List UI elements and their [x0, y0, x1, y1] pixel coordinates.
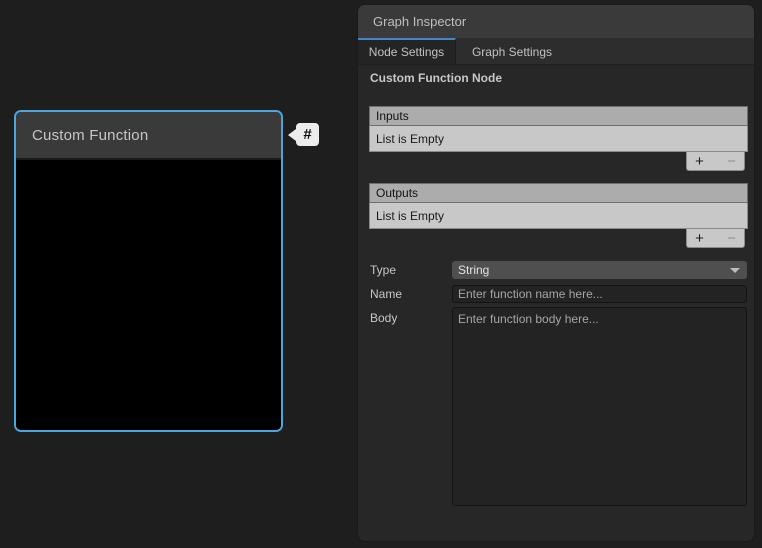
inputs-empty-row: List is Empty — [369, 126, 748, 152]
node-body — [16, 160, 281, 430]
graph-canvas[interactable]: Custom Function # — [0, 0, 357, 548]
chevron-down-icon — [730, 268, 740, 273]
node-title: Custom Function — [32, 127, 148, 144]
graph-inspector-panel: Graph Inspector Node Settings Graph Sett… — [357, 4, 755, 542]
outputs-empty-row: List is Empty — [369, 203, 748, 229]
outputs-add-button[interactable]: + — [689, 230, 711, 247]
name-label: Name — [370, 287, 402, 301]
badge-pointer-icon — [288, 129, 296, 141]
type-dropdown-value: String — [458, 263, 489, 277]
section-title: Custom Function Node — [370, 71, 502, 85]
tab-node-settings[interactable]: Node Settings — [358, 38, 456, 64]
function-body-textarea[interactable] — [452, 307, 747, 506]
node-title-bar[interactable]: Custom Function — [16, 112, 281, 160]
shader-graph-window: Custom Function # Graph Inspector Node S… — [0, 0, 762, 548]
outputs-list-footer: + − — [686, 229, 745, 248]
inputs-list-footer: + − — [686, 152, 745, 171]
inputs-list-header: Inputs — [369, 106, 748, 126]
tab-graph-settings-label: Graph Settings — [472, 45, 552, 59]
type-dropdown[interactable]: String — [452, 261, 747, 279]
outputs-list-header: Outputs — [369, 183, 748, 203]
tabstrip: Node Settings Graph Settings — [358, 38, 754, 65]
body-label: Body — [370, 311, 397, 325]
outputs-remove-button[interactable]: − — [721, 230, 743, 247]
tab-node-settings-label: Node Settings — [369, 45, 444, 59]
function-name-input[interactable] — [452, 285, 747, 303]
hash-icon: # — [296, 123, 319, 146]
outputs-empty-label: List is Empty — [376, 209, 444, 223]
inputs-add-button[interactable]: + — [689, 153, 711, 170]
type-label: Type — [370, 263, 396, 277]
inputs-header-label: Inputs — [376, 109, 409, 123]
outputs-header-label: Outputs — [376, 186, 418, 200]
inputs-empty-label: List is Empty — [376, 132, 444, 146]
tab-graph-settings[interactable]: Graph Settings — [456, 38, 568, 64]
hash-badge[interactable]: # — [288, 123, 319, 146]
panel-title: Graph Inspector — [373, 14, 466, 29]
inputs-remove-button[interactable]: − — [721, 153, 743, 170]
custom-function-node[interactable]: Custom Function — [14, 110, 283, 432]
panel-header[interactable]: Graph Inspector — [358, 5, 754, 38]
